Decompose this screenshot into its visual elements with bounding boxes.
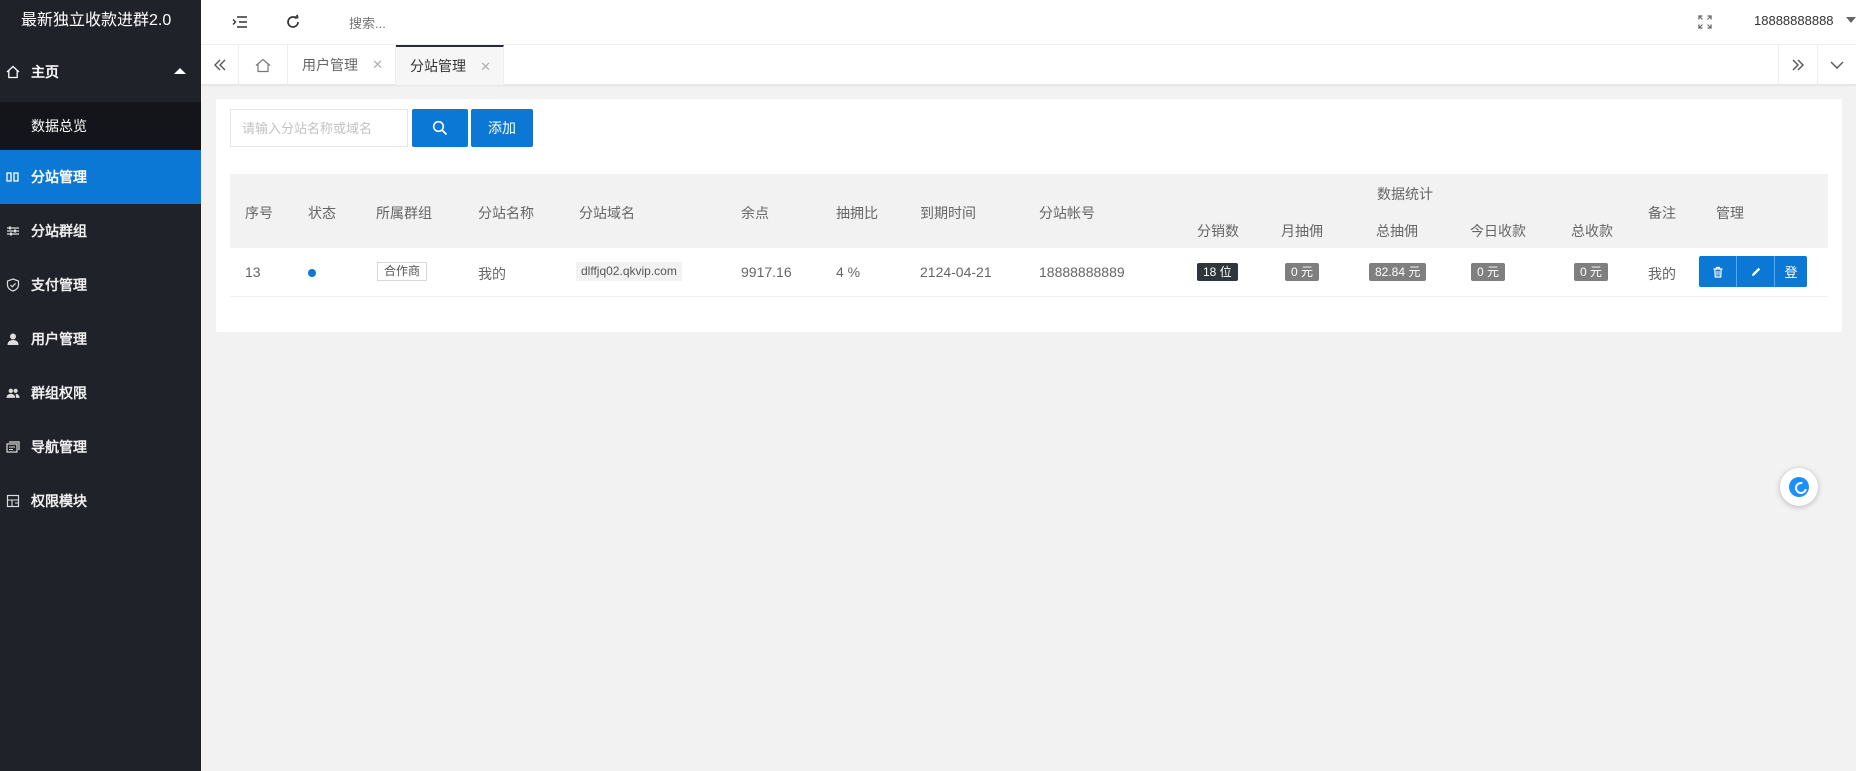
sidebar-subitem-overview[interactable]: 数据总览 — [0, 102, 201, 150]
col-domain: 分站域名 — [579, 205, 635, 221]
caret-up-icon — [174, 68, 186, 74]
columns-icon — [6, 170, 20, 184]
badge-total-income: 0 元 — [1574, 263, 1609, 281]
sidebar-item-label: 群组权限 — [31, 385, 87, 401]
sidebar: 最新独立收款进群2.0 主页 数据总览 分站管理 分站群组 支付管理 用户管理 — [0, 0, 201, 771]
sliders-icon — [6, 224, 20, 238]
col-expire: 到期时间 — [920, 205, 976, 221]
sidebar-item-substation-groups[interactable]: 分站群组 — [0, 204, 201, 258]
group-icon — [6, 386, 20, 400]
floating-chat-button[interactable] — [1780, 468, 1818, 506]
col-today-income: 今日收款 — [1470, 223, 1526, 239]
sidebar-item-label: 用户管理 — [31, 331, 87, 347]
trash-icon — [1713, 266, 1722, 278]
group-tag: 合作商 — [377, 262, 428, 281]
search-icon — [432, 120, 448, 136]
sidebar-item-label: 导航管理 — [31, 439, 87, 455]
sidebar-item-navigation[interactable]: 导航管理 — [0, 420, 201, 474]
edit-button[interactable] — [1737, 256, 1775, 287]
sidebar-item-permission-modules[interactable]: 权限模块 — [0, 474, 201, 528]
delete-button[interactable] — [1699, 256, 1737, 287]
tab-substation-management[interactable]: 分站管理 ✕ — [396, 45, 504, 85]
dropdown-caret-icon — [1846, 17, 1856, 23]
badge-monthly-commission: 0 元 — [1285, 263, 1320, 281]
sidebar-item-label: 主页 — [31, 64, 59, 80]
shield-check-icon — [6, 278, 20, 292]
top-header: 18888888888 — [201, 0, 1856, 45]
badge-sub-count: 18 位 — [1197, 263, 1238, 281]
col-monthly-commission: 月抽佣 — [1281, 223, 1323, 239]
home-tab-icon[interactable] — [239, 45, 288, 85]
col-name: 分站名称 — [478, 205, 534, 221]
app-title: 最新独立收款进群2.0 — [0, 0, 201, 42]
cell-name: 我的 — [478, 266, 506, 282]
sidebar-item-label: 权限模块 — [31, 493, 87, 509]
substation-search-input[interactable] — [230, 109, 408, 147]
sidebar-item-home[interactable]: 主页 — [0, 42, 201, 102]
cell-remark: 我的 — [1648, 266, 1676, 282]
col-total-commission: 总抽佣 — [1376, 223, 1418, 239]
sidebar-item-payment[interactable]: 支付管理 — [0, 258, 201, 312]
tabs-bar: 用户管理 ✕ 分站管理 ✕ — [201, 45, 1856, 85]
scroll-tabs-right-icon[interactable] — [1778, 45, 1817, 85]
pencil-icon — [1751, 267, 1760, 276]
login-button[interactable]: 登 — [1775, 256, 1807, 287]
sidebar-item-group-permissions[interactable]: 群组权限 — [0, 366, 201, 420]
home-icon — [6, 65, 20, 79]
menu-collapse-icon[interactable] — [230, 12, 250, 32]
col-manage: 管理 — [1716, 205, 1744, 221]
col-account: 分站帐号 — [1039, 205, 1095, 221]
scroll-tabs-left-icon[interactable] — [201, 45, 239, 85]
sidebar-item-label: 分站管理 — [31, 169, 87, 185]
sidebar-item-label: 分站群组 — [31, 223, 87, 239]
tab-label: 分站管理 — [410, 58, 466, 74]
global-search-input[interactable] — [349, 14, 549, 32]
col-group: 所属群组 — [376, 205, 432, 221]
domain-tag: dlffjq02.qkvip.com — [576, 262, 682, 281]
nav-icon — [6, 440, 20, 454]
chat-icon — [1789, 477, 1809, 497]
col-remark: 备注 — [1648, 205, 1676, 221]
tabs-menu-chevron-down-icon[interactable] — [1817, 45, 1856, 85]
cell-expire: 2124-04-21 — [920, 264, 992, 280]
col-total-income: 总收款 — [1571, 223, 1613, 239]
col-commission-rate: 抽拥比 — [836, 205, 878, 221]
tab-label: 用户管理 — [302, 57, 358, 73]
close-icon[interactable]: ✕ — [480, 59, 491, 75]
cell-balance: 9917.16 — [741, 264, 792, 280]
search-button[interactable] — [412, 109, 468, 147]
sidebar-item-users[interactable]: 用户管理 — [0, 312, 201, 366]
add-button[interactable]: 添加 — [471, 109, 533, 147]
row-actions: 登 — [1699, 256, 1807, 287]
sidebar-item-label: 支付管理 — [31, 277, 87, 293]
user-icon — [6, 332, 20, 346]
cell-index: 13 — [245, 264, 261, 280]
col-index: 序号 — [245, 205, 273, 221]
col-sub-count: 分销数 — [1197, 223, 1239, 239]
badge-today-income: 0 元 — [1471, 263, 1506, 281]
content-card: 添加 序号 状态 所属群组 分站名称 分站域名 余点 抽拥比 到期时间 分站帐号… — [216, 99, 1842, 332]
username-label: 18888888888 — [1754, 13, 1834, 28]
cell-account: 18888888889 — [1039, 264, 1125, 280]
col-group-stats: 数据统计 — [1377, 186, 1433, 202]
fullscreen-icon[interactable] — [1695, 12, 1715, 32]
col-balance: 余点 — [741, 205, 769, 221]
status-dot — [308, 269, 316, 277]
module-icon — [6, 494, 20, 508]
substation-table: 序号 状态 所属群组 分站名称 分站域名 余点 抽拥比 到期时间 分站帐号 数据… — [230, 174, 1828, 297]
tab-user-management[interactable]: 用户管理 ✕ — [288, 45, 396, 85]
sidebar-item-substation[interactable]: 分站管理 — [0, 150, 201, 204]
table-header: 序号 状态 所属群组 分站名称 分站域名 余点 抽拥比 到期时间 分站帐号 数据… — [230, 174, 1828, 248]
table-row: 13 合作商 我的 dlffjq02.qkvip.com 9917.16 4 %… — [230, 248, 1828, 297]
cell-commission-rate: 4 % — [836, 264, 861, 280]
close-icon[interactable]: ✕ — [372, 57, 383, 73]
refresh-icon[interactable] — [283, 12, 303, 32]
col-status: 状态 — [308, 205, 336, 221]
badge-total-commission: 82.84 元 — [1369, 263, 1427, 281]
user-menu[interactable]: 18888888888 — [1754, 13, 1856, 28]
